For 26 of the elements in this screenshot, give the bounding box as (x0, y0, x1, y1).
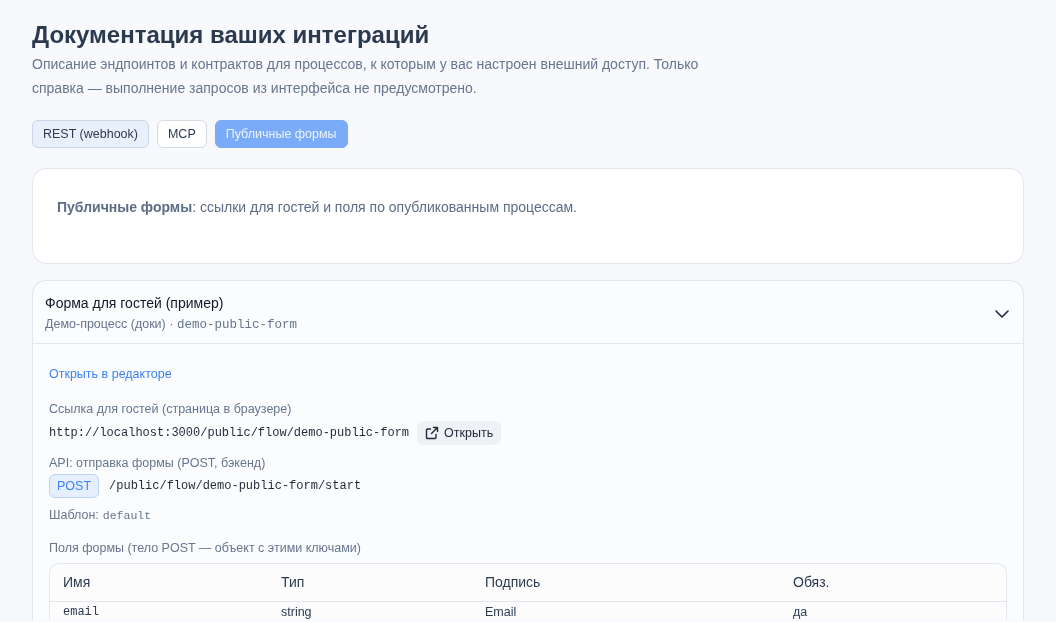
method-badge: POST (49, 474, 100, 498)
field-label: Ссылка для гостей (страница в браузере) (49, 401, 293, 418)
page-title: Документация ваших интеграций (32, 20, 431, 50)
field-label: Поля формы (тело POST — объект с этими ключами) (49, 540, 362, 557)
template-line: Шаблон: default (49, 507, 153, 524)
column-header: Имя (50, 564, 268, 602)
editor-link[interactable]: Открыть в редакторе (49, 365, 172, 383)
endpoint-path: /public/flow/demo-public-form/start (109, 478, 362, 495)
tab-button[interactable]: MCP (156, 120, 207, 148)
column-header: Обяз. (780, 564, 1006, 602)
field-label: API: отправка формы (POST, бэкенд) (49, 455, 267, 472)
form-title: Форма для гостей (пример) (45, 294, 225, 313)
page-description: Описание эндпоинтов и контрактов для процессов, к которым у вас настроен внешний доступ. Только справка — выполнение запросов из интерфейса не предусмотрено. (32, 55, 700, 98)
info-text: Публичные формы: ссылки для гостей и поля по опубликованным процессам. (57, 198, 578, 217)
column-header: Тип (268, 564, 472, 602)
table-cell: да (780, 601, 1006, 620)
external-link-icon (425, 426, 440, 440)
open-button[interactable]: Открыть (417, 421, 502, 445)
table-cell: string (268, 601, 472, 620)
form-subtitle: Демо-процесс (доки) · demo-public-form (45, 316, 297, 334)
guest-url: http://localhost:3000/public/flow/demo-public-form (49, 425, 410, 442)
tab-button[interactable]: REST (webhook) (32, 120, 149, 148)
table-cell: email (50, 601, 268, 620)
table-cell: Email (472, 601, 780, 620)
column-header: Подпись (472, 564, 780, 602)
chevron-down-icon[interactable] (995, 309, 1009, 318)
